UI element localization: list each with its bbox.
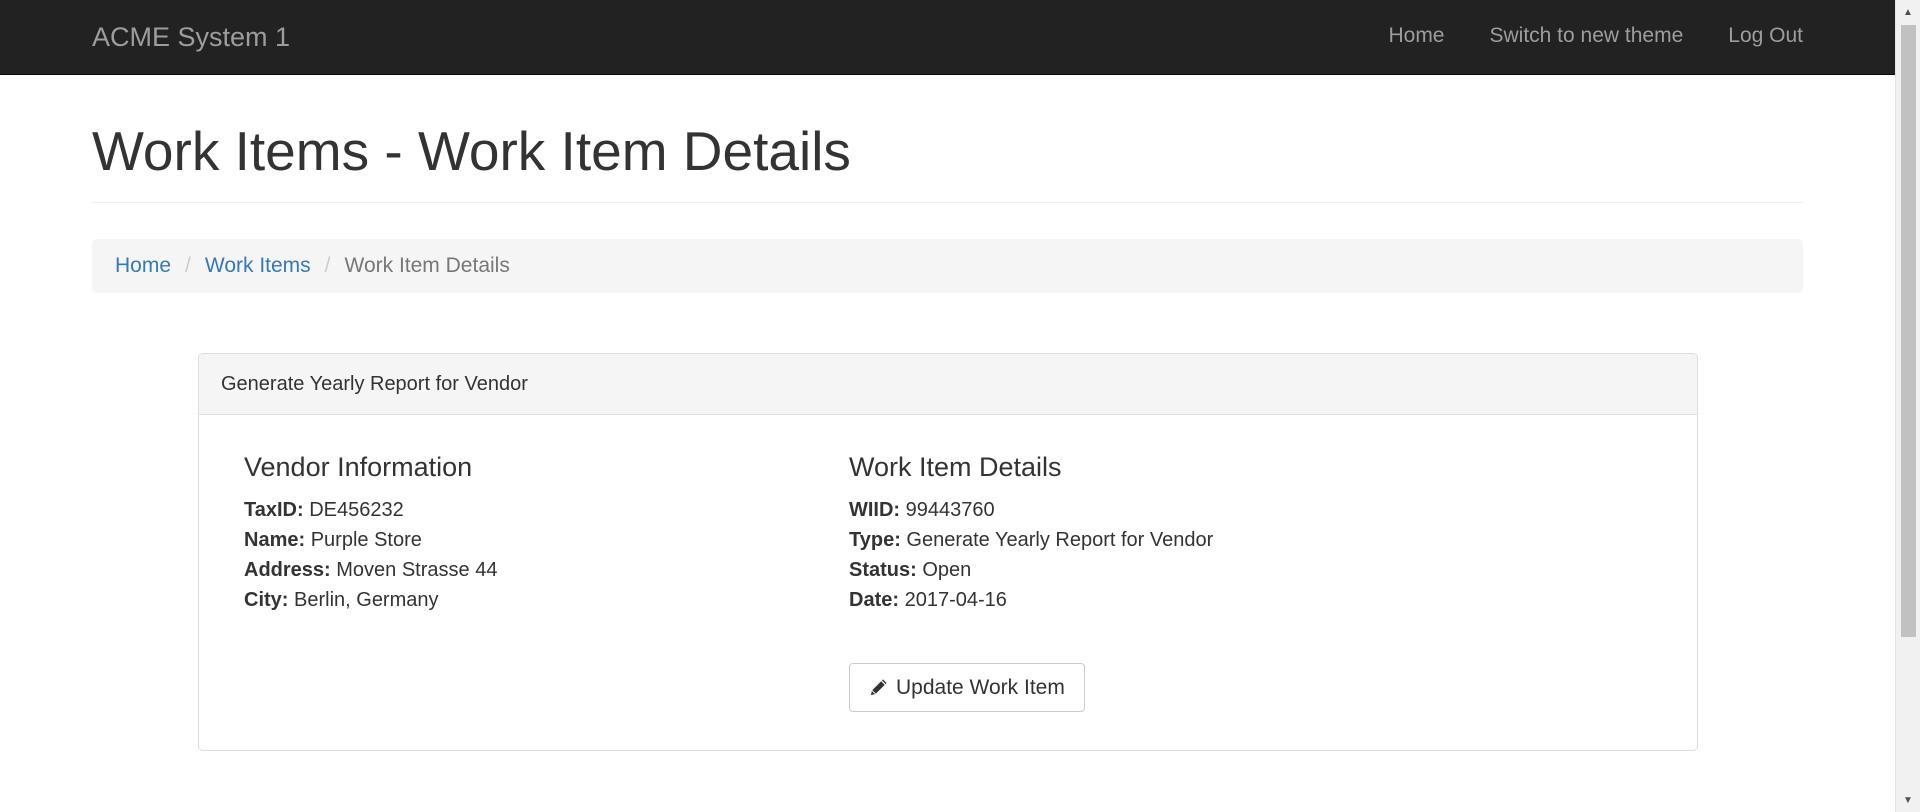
page-title: Work Items - Work Item Details	[92, 120, 851, 182]
field-label: Status:	[849, 559, 917, 582]
field-label: City:	[244, 589, 289, 612]
field-value: Generate Yearly Report for Vendor	[900, 529, 1214, 552]
vendor-info-title: Vendor Information	[244, 452, 473, 482]
breadcrumb-separator: /	[185, 254, 191, 277]
vendor-city-field: City: Berlin, Germany	[244, 585, 497, 615]
field-value: Purple Store	[305, 529, 422, 552]
work-item-panel: Generate Yearly Report for Vendor Vendor…	[198, 353, 1698, 751]
field-label: WIID:	[849, 499, 901, 522]
navbar-links: Home Switch to new theme Log Out	[1388, 24, 1803, 48]
update-work-item-label: Update Work Item	[896, 675, 1065, 699]
page-header: Work Items - Work Item Details	[92, 118, 1803, 203]
work-item-wiid-field: WIID: 99443760	[849, 495, 1213, 525]
field-value: Moven Strasse 44	[330, 559, 498, 582]
nav-logout-link[interactable]: Log Out	[1728, 24, 1803, 48]
breadcrumb-work-items-link[interactable]: Work Items	[205, 254, 311, 278]
breadcrumb: Home / Work Items / Work Item Details	[92, 239, 1803, 293]
breadcrumb-current: Work Item Details	[344, 254, 510, 277]
breadcrumb-home-link[interactable]: Home	[115, 254, 171, 278]
vendor-info-section: Vendor Information TaxID: DE456232 Name:…	[244, 451, 497, 615]
field-value: 2017-04-16	[899, 589, 1007, 612]
work-item-status-field: Status: Open	[849, 555, 1213, 585]
work-item-details-section: Work Item Details WIID: 99443760 Type: G…	[849, 451, 1213, 615]
top-navbar: ACME System 1 Home Switch to new theme L…	[0, 0, 1895, 75]
field-value: Berlin, Germany	[288, 589, 439, 612]
field-label: Address:	[244, 559, 331, 582]
work-item-details-title: Work Item Details	[849, 452, 1062, 482]
page: ACME System 1 Home Switch to new theme L…	[0, 0, 1920, 812]
pencil-icon	[869, 678, 888, 697]
scrollbar-thumb[interactable]	[1901, 25, 1916, 637]
work-item-type-field: Type: Generate Yearly Report for Vendor	[849, 525, 1213, 555]
breadcrumb-separator: /	[324, 254, 331, 277]
scroll-down-arrow-icon[interactable]: ▼	[1896, 788, 1920, 812]
field-label: Name:	[244, 529, 306, 552]
field-value: Open	[916, 559, 972, 582]
field-label: TaxID:	[244, 499, 304, 522]
vendor-taxid-field: TaxID: DE456232	[244, 495, 497, 525]
panel-heading: Generate Yearly Report for Vendor	[199, 354, 1697, 415]
nav-switch-theme-link[interactable]: Switch to new theme	[1490, 24, 1684, 48]
field-value: 99443760	[900, 499, 995, 522]
nav-home-link[interactable]: Home	[1388, 24, 1444, 48]
vertical-scrollbar[interactable]: ▲ ▼	[1895, 0, 1920, 812]
scroll-up-arrow-icon[interactable]: ▲	[1896, 0, 1920, 24]
field-label: Date:	[849, 589, 900, 612]
field-value: DE456232	[303, 499, 404, 522]
vendor-address-field: Address: Moven Strasse 44	[244, 555, 497, 585]
brand-link[interactable]: ACME System 1	[92, 22, 290, 53]
update-work-item-button[interactable]: Update Work Item	[849, 663, 1085, 712]
vendor-name-field: Name: Purple Store	[244, 525, 497, 555]
field-label: Type:	[849, 529, 901, 552]
work-item-date-field: Date: 2017-04-16	[849, 585, 1213, 615]
